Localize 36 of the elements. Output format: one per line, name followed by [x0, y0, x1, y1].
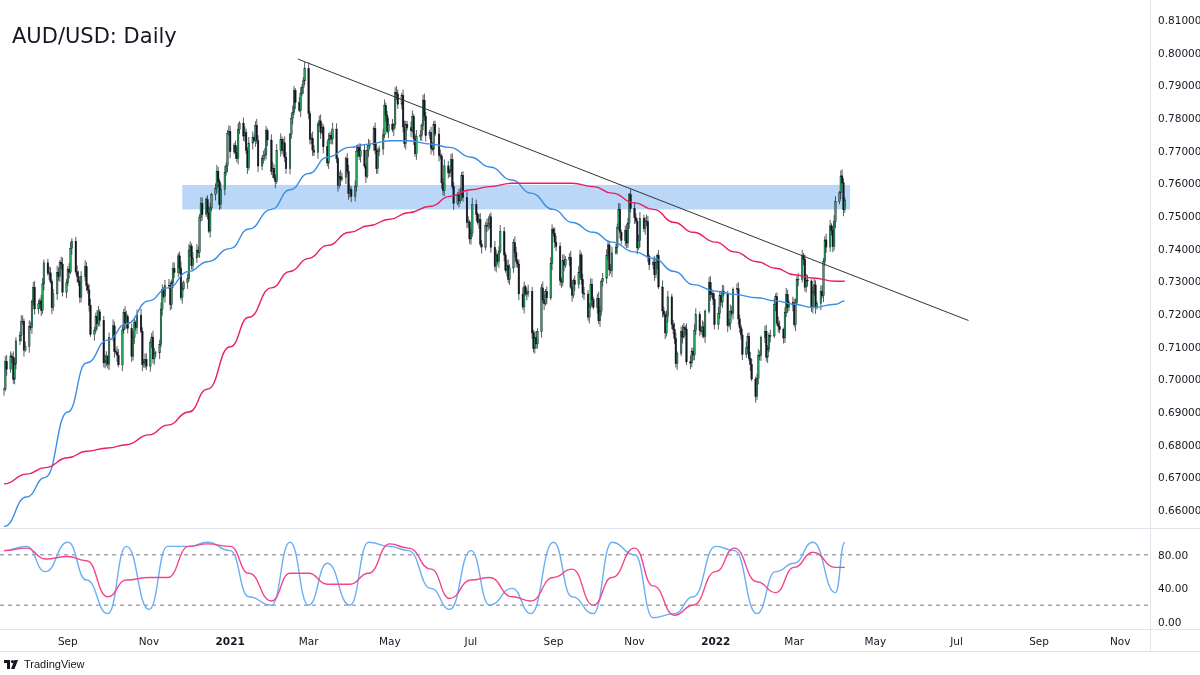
axis-tick-label: Nov: [624, 635, 645, 647]
axis-tick-label: May: [378, 635, 401, 647]
chart-title: AUD/USD: Daily: [12, 24, 177, 48]
axis-tick-label: 2021: [215, 635, 245, 647]
axis-tick-label: Nov: [1109, 635, 1131, 647]
axis-tick-label: Jul: [950, 635, 963, 647]
axis-tick-label: 0.72000: [1158, 308, 1200, 320]
axis-tick-label: Mar: [784, 635, 805, 647]
axis-tick-label: 0.78000: [1158, 111, 1200, 124]
axis-tick-label: 0.81000: [1158, 13, 1200, 26]
axis-tick-label: Sep: [57, 635, 78, 647]
axis-tick-label: 0.68000: [1158, 438, 1200, 451]
axis-tick-label: 0.74000: [1158, 242, 1200, 255]
axis-tick-label: 80.00: [1158, 548, 1189, 561]
axis-tick-label: Nov: [138, 635, 160, 647]
axis-tick-label: 0.70000: [1158, 373, 1200, 386]
axis-tick-label: 0.69000: [1158, 406, 1200, 418]
axis-tick-label: Sep: [1029, 635, 1049, 647]
axis-tick-label: 0.66000: [1158, 504, 1200, 517]
axis-tick-label: 0.76000: [1158, 177, 1200, 190]
axis-tick-label: 0.80000: [1158, 46, 1200, 59]
axis-tick-label: Mar: [298, 635, 319, 647]
axis-tick-label: May: [864, 635, 887, 647]
axis-tick-label: 0.75000: [1158, 209, 1200, 222]
axis-tick-label: 0.79000: [1158, 79, 1200, 92]
axis-tick-label: 40.00: [1158, 582, 1189, 595]
axis-tick-label: 2022: [701, 635, 731, 647]
axis-tick-label: 0.77000: [1158, 144, 1200, 157]
axis-tick-label: Jul: [464, 635, 478, 647]
brand-name: TradingView: [24, 658, 85, 670]
axis-tick-label: Sep: [543, 635, 564, 647]
axis-tick-label: 0.67000: [1158, 471, 1200, 484]
logo-icon: [4, 659, 20, 669]
axis-tick-label: 0.73000: [1158, 275, 1200, 288]
axis-tick-label: 0.00: [1158, 615, 1182, 628]
axis-tick-label: 0.71000: [1158, 340, 1200, 353]
